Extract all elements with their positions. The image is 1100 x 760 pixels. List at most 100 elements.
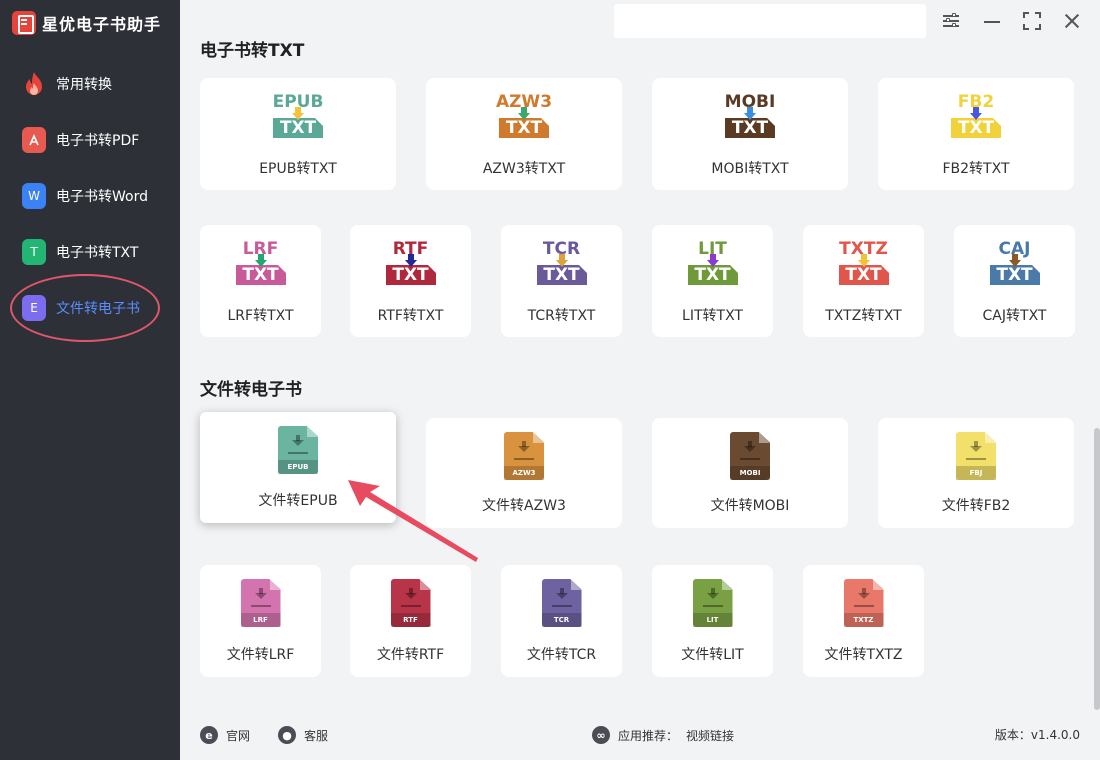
rtf-file-icon: RTF bbox=[390, 579, 431, 627]
convert-card-file-to-mobi[interactable]: MOBI 文件转MOBI bbox=[652, 418, 848, 528]
convert-card-file-to-lrf[interactable]: LRF 文件转LRF bbox=[200, 565, 321, 677]
section-title-ebook-to-txt: 电子书转TXT bbox=[200, 41, 305, 61]
card-label: EPUB转TXT bbox=[259, 161, 337, 177]
title-search-box[interactable] bbox=[614, 4, 926, 38]
video-link[interactable]: 视频链接 bbox=[686, 727, 734, 744]
txt-box: TXT bbox=[499, 118, 549, 138]
convert-card-fb2-to-txt[interactable]: FB2 TXT FB2转TXT bbox=[878, 78, 1074, 190]
convert-card-file-to-azw3[interactable]: AZW3 文件转AZW3 bbox=[426, 418, 622, 528]
mobi-file-icon: MOBI bbox=[730, 432, 770, 480]
card-label: AZW3转TXT bbox=[482, 161, 566, 177]
section-title-file-to-ebook: 文件转电子书 bbox=[200, 380, 302, 400]
support-label: 客服 bbox=[304, 728, 329, 743]
sidebar-item-ebook-to-word[interactable]: W 电子书转Word bbox=[22, 181, 172, 211]
card-label: 文件转RTF bbox=[376, 647, 445, 663]
settings-icon[interactable] bbox=[940, 10, 962, 32]
convert-card-epub-to-txt[interactable]: EPUB TXT EPUB转TXT bbox=[200, 78, 396, 190]
epub-to-txt-icon: EPUB TXT bbox=[268, 92, 328, 144]
down-arrow-icon bbox=[254, 254, 267, 268]
sidebar-item-label: 电子书转TXT bbox=[56, 245, 139, 261]
sidebar-item-label: 电子书转Word bbox=[56, 189, 148, 205]
card-label: MOBI转TXT bbox=[711, 161, 789, 177]
file-format-tag: AZW3 bbox=[504, 466, 544, 480]
card-label: LRF转TXT bbox=[227, 308, 294, 324]
fire-icon bbox=[22, 71, 46, 97]
convert-card-tcr-to-txt[interactable]: TCR TXT TCR转TXT bbox=[501, 225, 622, 337]
card-label: 文件转TXTZ bbox=[824, 647, 903, 663]
maximize-icon[interactable] bbox=[1021, 10, 1043, 32]
word-icon: W bbox=[22, 183, 46, 209]
sidebar: 星优电子书助手 常用转换 电子书转PDF W 电子书转Word T 电子书转TX… bbox=[0, 0, 180, 760]
sidebar-item-label: 常用转换 bbox=[56, 77, 112, 93]
txt-box: TXT bbox=[235, 265, 286, 285]
app-title: 星优电子书助手 bbox=[42, 15, 162, 34]
support-link[interactable]: ● 客服 bbox=[278, 726, 328, 744]
app-brand: 星优电子书助手 bbox=[12, 10, 161, 36]
caj-to-txt-icon: CAJ TXT bbox=[985, 239, 1045, 291]
card-label: FB2转TXT bbox=[942, 161, 1010, 177]
app-recommend: ∞ 应用推荐： 视频链接 bbox=[592, 726, 734, 744]
convert-card-file-to-lit[interactable]: LIT 文件转LIT bbox=[652, 565, 773, 677]
main-content: 电子书转TXT EPUB TXT EPUB转TXT AZW3 TXT AZW3转TXT MO… bbox=[180, 0, 1100, 710]
lrf-to-txt-icon: LRF TXT bbox=[231, 239, 291, 291]
mobi-to-txt-icon: MOBI TXT bbox=[720, 92, 780, 144]
sidebar-item-label: 电子书转PDF bbox=[56, 133, 140, 149]
txtz-file-icon: TXTZ bbox=[843, 579, 884, 627]
txt-box: TXT bbox=[687, 265, 738, 285]
fbj-file-icon: FBJ bbox=[956, 432, 996, 480]
down-arrow-icon bbox=[706, 254, 719, 268]
convert-card-file-to-rtf[interactable]: RTF 文件转RTF bbox=[350, 565, 471, 677]
fb2-to-txt-icon: FB2 TXT bbox=[946, 92, 1006, 144]
minimize-icon[interactable] bbox=[981, 10, 1003, 32]
convert-card-mobi-to-txt[interactable]: MOBI TXT MOBI转TXT bbox=[652, 78, 848, 190]
file-format-tag: EPUB bbox=[278, 460, 318, 474]
convert-card-file-to-tcr[interactable]: TCR 文件转TCR bbox=[501, 565, 622, 677]
convert-card-caj-to-txt[interactable]: CAJ TXT CAJ转TXT bbox=[954, 225, 1075, 337]
down-arrow-icon bbox=[744, 107, 756, 121]
down-arrow-icon bbox=[404, 254, 417, 268]
lit-file-icon: LIT bbox=[692, 579, 733, 627]
link-icon: ∞ bbox=[592, 726, 610, 744]
card-label: 文件转AZW3 bbox=[482, 498, 566, 514]
convert-card-txtz-to-txt[interactable]: TXTZ TXT TXTZ转TXT bbox=[803, 225, 924, 337]
chat-icon: ● bbox=[278, 726, 296, 744]
convert-card-lrf-to-txt[interactable]: LRF TXT LRF转TXT bbox=[200, 225, 321, 337]
app-logo-icon bbox=[12, 11, 36, 35]
convert-card-azw3-to-txt[interactable]: AZW3 TXT AZW3转TXT bbox=[426, 78, 622, 190]
card-label: TCR转TXT bbox=[527, 308, 596, 324]
card-label: 文件转LIT bbox=[681, 647, 744, 663]
card-label: 文件转EPUB bbox=[258, 493, 338, 509]
sidebar-item-ebook-to-pdf[interactable]: 电子书转PDF bbox=[22, 125, 172, 155]
file-format-tag: LIT bbox=[692, 613, 733, 627]
txt-box: TXT bbox=[951, 118, 1001, 138]
sidebar-item-ebook-to-txt[interactable]: T 电子书转TXT bbox=[22, 237, 172, 267]
azw3-file-icon: AZW3 bbox=[504, 432, 544, 480]
close-icon[interactable] bbox=[1061, 10, 1083, 32]
down-arrow-icon bbox=[970, 107, 982, 121]
website-link[interactable]: e 官网 bbox=[200, 726, 250, 744]
down-arrow-icon bbox=[857, 254, 870, 268]
card-label: 文件转MOBI bbox=[710, 498, 790, 514]
rtf-to-txt-icon: RTF TXT bbox=[381, 239, 441, 291]
convert-card-rtf-to-txt[interactable]: RTF TXT RTF转TXT bbox=[350, 225, 471, 337]
version-text: 版本：v1.4.0.0 bbox=[994, 728, 1080, 742]
convert-card-file-to-txtz[interactable]: TXTZ 文件转TXTZ bbox=[803, 565, 924, 677]
epub-file-icon: EPUB bbox=[278, 426, 318, 474]
card-label: CAJ转TXT bbox=[982, 308, 1047, 324]
file-format-tag: TXTZ bbox=[843, 613, 884, 627]
recommend-label: 应用推荐： bbox=[618, 728, 679, 743]
txt-box: TXT bbox=[989, 265, 1040, 285]
globe-icon: e bbox=[200, 726, 218, 744]
down-arrow-icon bbox=[555, 254, 568, 268]
convert-card-file-to-epub[interactable]: EPUB 文件转EPUB bbox=[200, 412, 396, 523]
txt-box: TXT bbox=[536, 265, 587, 285]
footer: e 官网 ● 客服 ∞ 应用推荐： 视频链接 版本：v1.4.0.0 bbox=[180, 710, 1100, 760]
convert-card-file-to-fbj[interactable]: FBJ 文件转FB2 bbox=[878, 418, 1074, 528]
scrollbar[interactable] bbox=[1094, 428, 1100, 710]
lit-to-txt-icon: LIT TXT bbox=[683, 239, 743, 291]
website-label: 官网 bbox=[226, 728, 251, 743]
sidebar-item-common[interactable]: 常用转换 bbox=[22, 69, 172, 99]
convert-card-lit-to-txt[interactable]: LIT TXT LIT转TXT bbox=[652, 225, 773, 337]
card-label: RTF转TXT bbox=[377, 308, 444, 324]
file-format-tag: FBJ bbox=[956, 466, 996, 480]
